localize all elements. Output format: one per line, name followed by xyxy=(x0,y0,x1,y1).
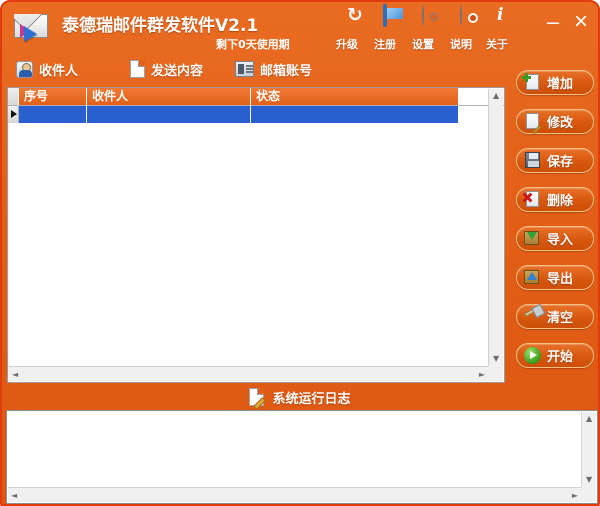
grid-horizontal-scrollbar[interactable]: ◄ ► xyxy=(9,366,488,381)
log-note-icon xyxy=(249,388,265,406)
action-label: 删除 xyxy=(547,194,574,209)
action-label: 保存 xyxy=(547,155,574,170)
document-icon xyxy=(130,60,145,78)
tab-bar: 收件人 发送内容 邮箱账号 xyxy=(2,54,598,84)
toolbar-item-label: 注册 xyxy=(374,38,396,51)
export-button[interactable]: 导出 xyxy=(516,265,594,290)
floppy-save-icon xyxy=(523,152,541,169)
tab-label: 邮箱账号 xyxy=(260,63,313,79)
recipients-grid[interactable]: 序号 收件人 状态 ▲ ▼ ◄ ► xyxy=(7,87,505,383)
cell-index[interactable] xyxy=(19,106,87,123)
grid-header-index[interactable]: 序号 xyxy=(19,88,87,106)
broom-clear-icon xyxy=(523,306,541,325)
scroll-right-icon[interactable]: ► xyxy=(479,371,485,379)
row-indicator-arrow-icon xyxy=(8,106,19,123)
grid-vertical-scrollbar[interactable]: ▲ ▼ xyxy=(488,89,503,366)
action-label: 导入 xyxy=(547,233,574,248)
grid-header-status[interactable]: 状态 xyxy=(251,88,459,106)
trial-notice: 剩下0天使用期 xyxy=(216,38,290,51)
mail-envelope-icon xyxy=(12,10,52,44)
cell-status[interactable] xyxy=(251,106,459,123)
edit-pencil-icon xyxy=(523,113,542,135)
tab-send-content[interactable]: 发送内容 xyxy=(130,54,203,84)
scroll-up-icon[interactable]: ▲ xyxy=(586,415,592,423)
delete-button[interactable]: 删除 xyxy=(516,187,594,212)
tab-recipients[interactable]: 收件人 xyxy=(16,54,78,84)
import-down-arrow-icon xyxy=(523,230,541,247)
action-label: 修改 xyxy=(547,116,574,131)
scroll-right-icon[interactable]: ► xyxy=(572,492,578,500)
info-about-icon xyxy=(474,6,520,32)
log-section-header: 系统运行日志 xyxy=(2,386,598,408)
tab-label: 发送内容 xyxy=(151,63,204,79)
scroll-down-icon[interactable]: ▼ xyxy=(493,355,499,363)
minimize-button[interactable]: – xyxy=(540,10,566,36)
action-label: 增加 xyxy=(547,77,574,92)
tab-email-account[interactable]: 邮箱账号 xyxy=(235,54,312,84)
toolbar-item-label: 升级 xyxy=(336,38,358,51)
action-button-column: 增加 修改 保存 删除 导入 导出 清空 开始 xyxy=(510,70,598,382)
log-vertical-scrollbar[interactable]: ▲ ▼ xyxy=(581,412,596,487)
grid-scrollbar-corner xyxy=(488,366,503,381)
scroll-up-icon[interactable]: ▲ xyxy=(493,92,499,100)
close-button[interactable]: × xyxy=(568,10,594,36)
table-row[interactable] xyxy=(8,106,463,123)
log-horizontal-scrollbar[interactable]: ◄ ► xyxy=(8,487,581,502)
id-card-icon xyxy=(235,61,254,77)
scroll-down-icon[interactable]: ▼ xyxy=(586,476,592,484)
add-button[interactable]: 增加 xyxy=(516,70,594,95)
save-button[interactable]: 保存 xyxy=(516,148,594,173)
scroll-left-icon[interactable]: ◄ xyxy=(12,371,18,379)
log-textarea[interactable] xyxy=(8,412,581,487)
grid-header-indicator xyxy=(8,88,19,106)
log-panel[interactable]: ▲ ▼ ◄ ► xyxy=(6,410,598,504)
export-up-arrow-icon xyxy=(523,269,541,286)
page-title: 泰德瑞邮件群发软件V2.1 xyxy=(62,16,259,36)
log-scrollbar-corner xyxy=(581,487,596,502)
add-document-icon xyxy=(522,73,541,91)
cell-recipient[interactable] xyxy=(87,106,251,123)
grid-header-recipient[interactable]: 收件人 xyxy=(87,88,251,106)
person-icon xyxy=(16,60,33,78)
action-label: 清空 xyxy=(547,311,574,326)
import-button[interactable]: 导入 xyxy=(516,226,594,251)
toolbar-item-label: 关于 xyxy=(486,38,508,51)
log-title: 系统运行日志 xyxy=(272,391,351,407)
play-start-icon xyxy=(523,347,541,364)
scroll-left-icon[interactable]: ◄ xyxy=(11,492,17,500)
delete-x-icon xyxy=(523,191,541,208)
toolbar-item-label: 设置 xyxy=(412,38,434,51)
toolbar-item-about[interactable]: 关于 xyxy=(474,6,520,51)
action-label: 开始 xyxy=(547,350,574,365)
tab-label: 收件人 xyxy=(39,63,79,79)
clear-button[interactable]: 清空 xyxy=(516,304,594,329)
application-window: 泰德瑞邮件群发软件V2.1 剩下0天使用期 升级 注册 设置 说明 关于 – ×… xyxy=(0,0,600,506)
modify-button[interactable]: 修改 xyxy=(516,109,594,135)
action-label: 导出 xyxy=(547,272,574,287)
toolbar-item-label: 说明 xyxy=(450,38,472,51)
grid-header-row: 序号 收件人 状态 xyxy=(8,88,504,106)
start-button[interactable]: 开始 xyxy=(516,343,594,368)
title-bar: 泰德瑞邮件群发软件V2.1 剩下0天使用期 升级 注册 设置 说明 关于 – × xyxy=(2,2,598,54)
